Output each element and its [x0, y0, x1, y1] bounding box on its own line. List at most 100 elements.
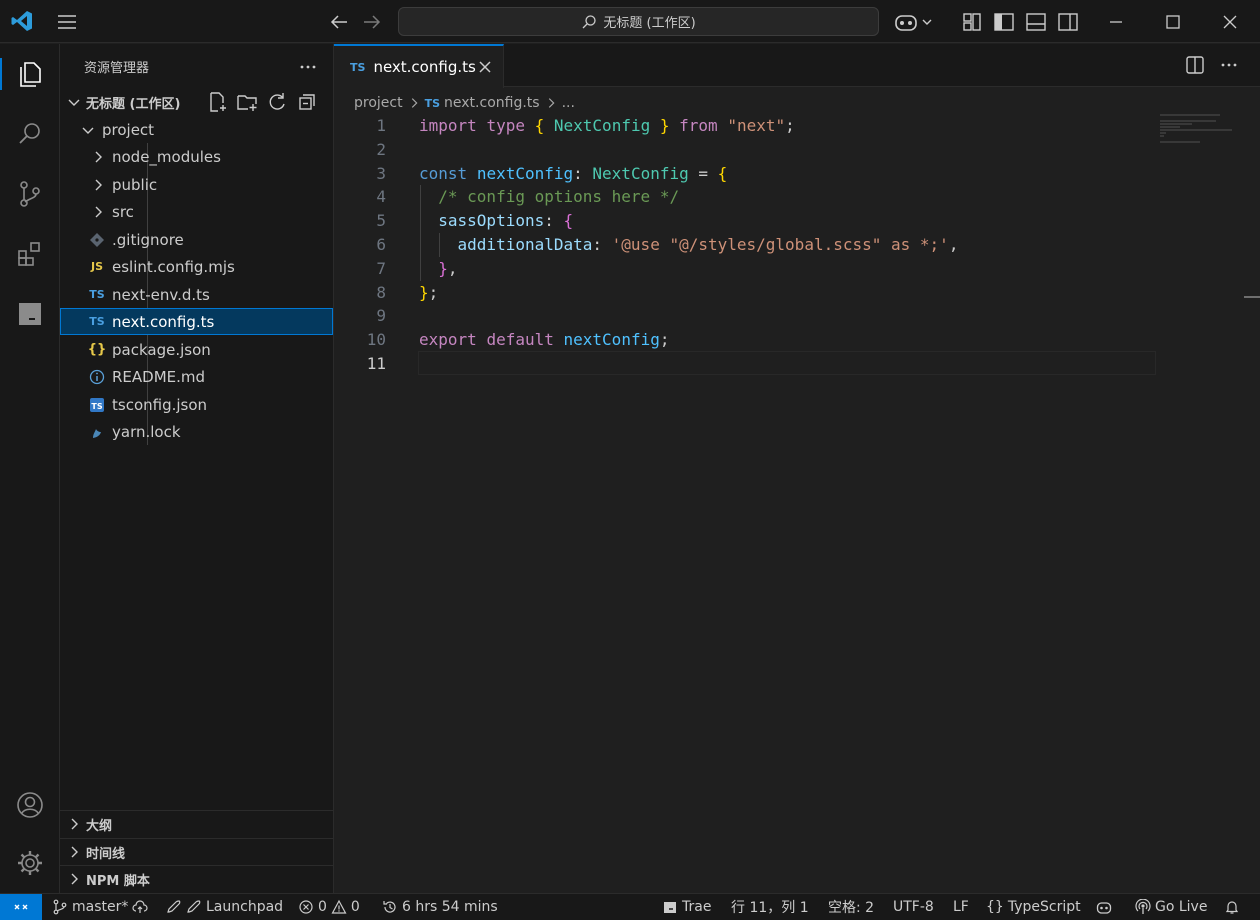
- broadcast-icon: [1135, 899, 1151, 915]
- tree-item-src[interactable]: src: [60, 198, 333, 225]
- eol-label: LF: [953, 899, 969, 915]
- notifications[interactable]: [1224, 894, 1240, 920]
- tree-item-project[interactable]: project: [60, 116, 333, 143]
- tree-item-next-config[interactable]: TS next.config.ts: [60, 308, 333, 335]
- line-number: 11: [366, 353, 386, 373]
- language-mode[interactable]: {} TypeScript: [986, 894, 1081, 920]
- breadcrumb-item[interactable]: project: [354, 95, 403, 111]
- code-text: sassOptions: {: [438, 211, 574, 231]
- line-ending[interactable]: LF: [953, 894, 969, 920]
- code-line: 11: [334, 352, 1174, 376]
- chevron-right-icon: [544, 96, 558, 110]
- toggle-sidebar-icon[interactable]: [992, 10, 1016, 34]
- panel-timeline[interactable]: 时间线: [60, 838, 333, 865]
- line-number: 3: [376, 163, 386, 183]
- git-branch[interactable]: master*: [52, 894, 148, 920]
- info-file-icon: [88, 368, 106, 386]
- tree-item-yarn-lock[interactable]: yarn.lock: [60, 418, 333, 445]
- minimize-icon[interactable]: [1104, 10, 1128, 34]
- back-arrow-icon[interactable]: [327, 10, 351, 34]
- indentation[interactable]: 空格: 2: [828, 894, 874, 920]
- code-text: };: [419, 282, 439, 302]
- panel-outline[interactable]: 大纲: [60, 810, 333, 837]
- split-editor-icon[interactable]: [1184, 54, 1206, 76]
- new-folder-icon[interactable]: [235, 90, 259, 114]
- line-number: 5: [376, 211, 386, 231]
- trae-icon: [662, 899, 678, 915]
- tree-item-label: .gitignore: [112, 230, 184, 249]
- activity-extensions[interactable]: [0, 226, 60, 282]
- launchpad[interactable]: Launchpad: [166, 894, 283, 920]
- workspace-header[interactable]: 无标题 (工作区): [60, 88, 333, 116]
- status-bar: master* Launchpad 0 0 6 hrs 54 mins Trae…: [0, 893, 1260, 920]
- activity-explorer[interactable]: [0, 46, 60, 102]
- tree-item-public[interactable]: public: [60, 171, 333, 198]
- maximize-icon[interactable]: [1161, 10, 1185, 34]
- customize-layout-icon[interactable]: [960, 10, 984, 34]
- code-text: const nextConfig: NextConfig = {: [419, 163, 728, 183]
- chevron-right-icon: [90, 177, 106, 193]
- tree-item-node-modules[interactable]: node_modules: [60, 143, 333, 170]
- go-live[interactable]: Go Live: [1135, 894, 1207, 920]
- ts-file-icon: TS: [89, 315, 105, 328]
- command-center-search[interactable]: 无标题 (工作区): [398, 7, 879, 36]
- tree-item-label: tsconfig.json: [112, 395, 208, 414]
- panel-npm-scripts[interactable]: NPM 脚本: [60, 865, 333, 892]
- toggle-secondary-sidebar-icon[interactable]: [1056, 10, 1080, 34]
- more-actions-icon[interactable]: [297, 56, 319, 78]
- collapse-all-icon[interactable]: [295, 90, 319, 114]
- activity-source-control[interactable]: [0, 166, 60, 222]
- tree-item-label: public: [112, 175, 158, 194]
- activity-manage[interactable]: [0, 835, 60, 891]
- trae-status[interactable]: Trae: [662, 894, 711, 920]
- search-view-icon: [15, 119, 45, 149]
- breadcrumb-item[interactable]: next.config.ts: [444, 95, 540, 111]
- toggle-panel-icon[interactable]: [1024, 10, 1048, 34]
- scrollbar-marker: [1244, 296, 1260, 298]
- copilot-status[interactable]: [1096, 894, 1112, 920]
- tree-item-next-env[interactable]: TS next-env.d.ts: [60, 281, 333, 308]
- tree-item-label: yarn.lock: [112, 422, 181, 441]
- new-file-icon[interactable]: [205, 90, 229, 114]
- chevron-down-icon: [80, 122, 96, 138]
- cursor-position[interactable]: 行 11，列 1: [731, 894, 809, 920]
- code-line: 5 sassOptions: {: [334, 209, 1174, 233]
- more-actions-icon[interactable]: [1218, 54, 1240, 76]
- tree-item-readme[interactable]: README.md: [60, 363, 333, 390]
- problems[interactable]: 0 0: [298, 894, 360, 920]
- chevron-down-icon: [66, 94, 82, 110]
- tab-next-config[interactable]: TS next.config.ts: [334, 44, 504, 88]
- coding-time[interactable]: 6 hrs 54 mins: [382, 894, 498, 920]
- close-tab-icon[interactable]: [477, 59, 493, 75]
- extensions-icon: [15, 239, 45, 269]
- json-file-icon: {}: [87, 342, 107, 357]
- menu-icon[interactable]: [55, 10, 79, 34]
- git-file-icon: [88, 231, 106, 249]
- activity-account[interactable]: [0, 777, 60, 833]
- encoding[interactable]: UTF-8: [893, 894, 934, 920]
- activity-panel[interactable]: [0, 286, 60, 342]
- code-editor[interactable]: 1 import type { NextConfig } from "next";…: [334, 114, 1174, 376]
- minimap[interactable]: [1160, 114, 1246, 144]
- tree-item-package-json[interactable]: {} package.json: [60, 336, 333, 363]
- activity-search[interactable]: [0, 106, 60, 162]
- title-bar: 无标题 (工作区): [0, 0, 1260, 43]
- error-count: 0: [318, 899, 327, 915]
- line-number: 9: [376, 306, 386, 326]
- tree-item-tsconfig[interactable]: TS tsconfig.json: [60, 391, 333, 418]
- search-label: 无标题 (工作区): [603, 16, 696, 31]
- copilot-icon[interactable]: [893, 10, 935, 34]
- forward-arrow-icon[interactable]: [360, 10, 384, 34]
- panel-label: 时间线: [86, 846, 126, 862]
- trae-label: Trae: [682, 899, 712, 915]
- tree-item-eslint-config[interactable]: JS eslint.config.mjs: [60, 253, 333, 280]
- code-line: 4 /* config options here */: [334, 185, 1174, 209]
- chevron-right-icon: [90, 149, 106, 165]
- tree-item-gitignore[interactable]: .gitignore: [60, 226, 333, 253]
- remote-indicator[interactable]: [0, 894, 42, 920]
- active-indicator: [0, 58, 2, 90]
- code-text: },: [438, 258, 458, 278]
- breadcrumb-item[interactable]: ...: [562, 95, 575, 111]
- close-icon[interactable]: [1218, 10, 1242, 34]
- refresh-icon[interactable]: [265, 90, 289, 114]
